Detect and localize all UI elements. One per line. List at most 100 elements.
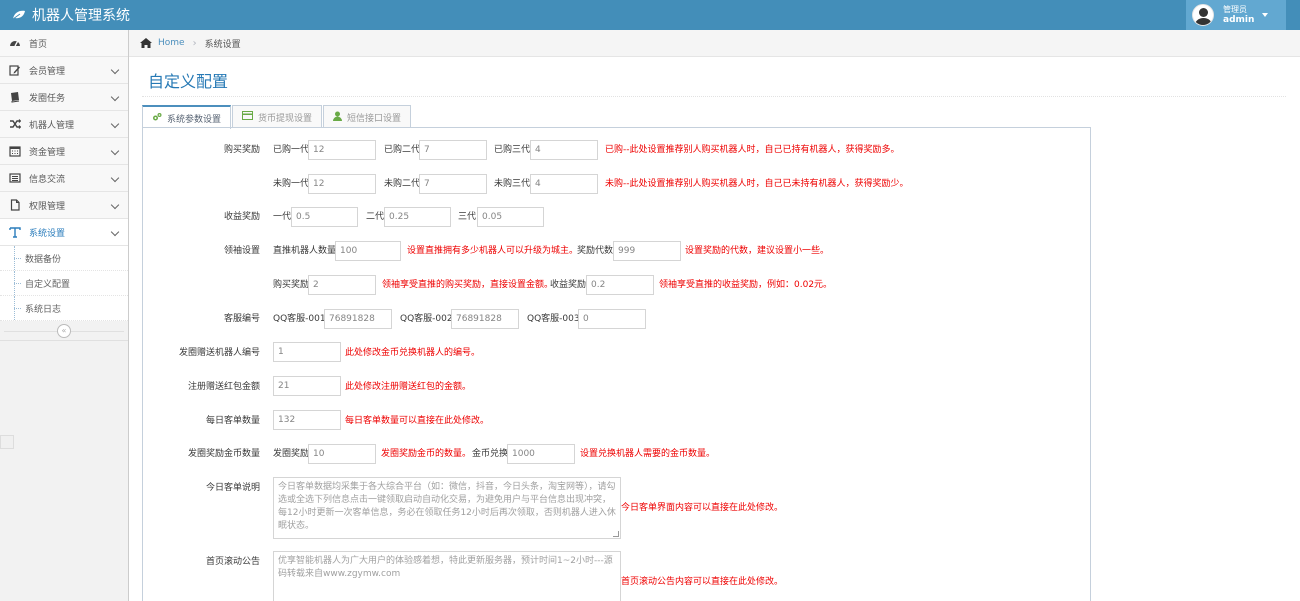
settings-tabs: 系统参数设置 货币提现设置 短信接口设置 bbox=[142, 105, 412, 129]
bought-l1-input[interactable]: 12 bbox=[308, 140, 376, 160]
gift-robot-label: 发圈赠送机器人编号 bbox=[178, 348, 260, 358]
sidebar-item-home[interactable]: 首页 bbox=[0, 30, 128, 57]
sidebar-item-members[interactable]: 会员管理 bbox=[0, 57, 128, 84]
sidebar-subitem-custom-config[interactable]: 自定义配置 bbox=[0, 271, 128, 296]
service-l3-input[interactable]: 0 bbox=[578, 309, 646, 329]
bought-l3-label: 已购三代 bbox=[494, 145, 531, 155]
leader-levels-label: 奖励代数 bbox=[577, 246, 614, 256]
sidebar-item-label: 机器人管理 bbox=[29, 120, 75, 131]
tab-system-params[interactable]: 系统参数设置 bbox=[142, 105, 232, 129]
edit-icon bbox=[8, 64, 21, 77]
bought-l3-input[interactable]: 4 bbox=[530, 140, 598, 160]
income-l1-label: 一代 bbox=[273, 212, 292, 222]
daily-desc-hint: 今日客单界面内容可以直接在此处修改。 bbox=[621, 503, 784, 513]
coin-exchange-hint: 设置兑换机器人需要的金币数量。 bbox=[580, 449, 716, 459]
bought-l2-input[interactable]: 7 bbox=[419, 140, 487, 160]
user-name: admin bbox=[1223, 15, 1255, 25]
collapse-sidebar-button[interactable]: « bbox=[57, 323, 71, 338]
income-l3-label: 三代 bbox=[458, 212, 477, 222]
sidebar-item-label: 发圈任务 bbox=[29, 93, 66, 104]
leader-income-label: 收益奖励 bbox=[550, 280, 587, 290]
income-l2-input[interactable]: 0.25 bbox=[384, 207, 451, 227]
leader-robots-input[interactable]: 100 bbox=[335, 241, 401, 261]
sidebar-item-messages[interactable]: 信息交流 bbox=[0, 165, 128, 192]
buy-reward-label: 购买奖励 bbox=[223, 145, 260, 155]
leader-label: 领袖设置 bbox=[223, 246, 260, 256]
user-menu[interactable]: 管理员 admin bbox=[1186, 0, 1286, 30]
leader-buy-label: 购买奖励 bbox=[273, 280, 310, 290]
sidebar-item-settings[interactable]: 系统设置 bbox=[0, 219, 128, 246]
book-icon bbox=[8, 91, 21, 104]
coin-exchange-input[interactable]: 1000 bbox=[507, 444, 575, 464]
breadcrumb-home-link[interactable]: Home bbox=[158, 38, 185, 48]
chevron-down-icon bbox=[110, 227, 120, 237]
breadcrumb-separator-icon: › bbox=[192, 37, 197, 49]
sidebar-item-label: 系统设置 bbox=[29, 228, 66, 239]
unbought-l2-label: 未购二代 bbox=[384, 179, 421, 189]
sidebar-subitem-logs[interactable]: 系统日志 bbox=[0, 296, 128, 321]
unbought-l1-label: 未购一代 bbox=[273, 179, 310, 189]
sidebar-item-label: 权限管理 bbox=[29, 201, 66, 212]
sidebar-item-funds[interactable]: 资金管理 bbox=[0, 138, 128, 165]
leader-buy-hint: 领袖享受直推的购买奖励，直接设置金额。 bbox=[382, 280, 554, 290]
scroll-notice-textarea[interactable]: 优享智能机器人为广大用户的体验感着想，特此更新服务器，预计时间1~2小时---源… bbox=[273, 551, 621, 601]
page-title: 自定义配置 bbox=[148, 72, 229, 91]
unbought-hint: 未购--此处设置推荐别人购买机器人时，自己已未持有机器人，获得奖励少。 bbox=[605, 179, 909, 189]
tab-withdrawal[interactable]: 货币提现设置 bbox=[232, 105, 323, 128]
service-l2-input[interactable]: 76891828 bbox=[451, 309, 519, 329]
income-reward-label: 收益奖励 bbox=[223, 212, 260, 222]
daily-orders-hint: 每日客单数量可以直接在此处修改。 bbox=[345, 416, 490, 426]
home-icon bbox=[140, 38, 152, 48]
brand[interactable]: 机器人管理系统 bbox=[12, 5, 130, 25]
income-l2-label: 二代 bbox=[366, 212, 385, 222]
tab-sms[interactable]: 短信接口设置 bbox=[323, 105, 412, 128]
sidebar-item-permissions[interactable]: 权限管理 bbox=[0, 192, 128, 219]
calendar-icon bbox=[8, 145, 21, 158]
unbought-l3-label: 未购三代 bbox=[494, 179, 531, 189]
sidebar-item-label: 会员管理 bbox=[29, 66, 66, 77]
service-l1-label: QQ客服-001 bbox=[273, 314, 326, 324]
sidebar-subitem-backup[interactable]: 数据备份 bbox=[0, 246, 128, 271]
user-role: 管理员 bbox=[1223, 5, 1247, 14]
unbought-l2-input[interactable]: 7 bbox=[419, 174, 487, 194]
coin-reward-input[interactable]: 10 bbox=[308, 444, 376, 464]
chevron-down-icon bbox=[110, 92, 120, 102]
leaf-icon bbox=[12, 10, 25, 20]
unbought-l3-input[interactable]: 4 bbox=[530, 174, 598, 194]
sidebar-subitem-label: 系统日志 bbox=[25, 304, 62, 315]
breadcrumb-current: 系统设置 bbox=[204, 39, 241, 50]
chevron-down-icon bbox=[110, 65, 120, 75]
bought-l1-label: 已购一代 bbox=[273, 145, 310, 155]
coin-reward-label: 发圈奖励金币数量 bbox=[187, 449, 260, 459]
text-icon bbox=[8, 226, 21, 239]
tab-label: 货币提现设置 bbox=[258, 113, 313, 124]
leader-income-input[interactable]: 0.2 bbox=[586, 275, 654, 295]
leader-income-hint: 领袖享受直推的收益奖励，例如：0.02元。 bbox=[659, 280, 833, 290]
sidebar-item-robots[interactable]: 机器人管理 bbox=[0, 111, 128, 138]
sidebar-toggle-stub[interactable] bbox=[0, 435, 14, 449]
leader-levels-input[interactable]: 999 bbox=[613, 241, 681, 261]
coin-exchange-label: 金币兑换 bbox=[472, 449, 509, 459]
chevron-down-icon bbox=[110, 200, 120, 210]
bought-l2-label: 已购二代 bbox=[384, 145, 421, 155]
sidebar-item-label: 信息交流 bbox=[29, 174, 66, 185]
leader-buy-input[interactable]: 2 bbox=[308, 275, 376, 295]
register-bonus-input[interactable]: 21 bbox=[273, 376, 341, 396]
chevron-down-icon bbox=[110, 173, 120, 183]
unbought-l1-input[interactable]: 12 bbox=[308, 174, 376, 194]
list-alt-icon bbox=[8, 172, 21, 185]
service-l3-label: QQ客服-003 bbox=[527, 314, 580, 324]
sidebar-item-tasks[interactable]: 发圈任务 bbox=[0, 84, 128, 111]
chevron-down-icon bbox=[110, 119, 120, 129]
gift-robot-hint: 此处修改金币兑换机器人的编号。 bbox=[345, 348, 481, 358]
resize-grip-icon[interactable] bbox=[613, 531, 619, 537]
daily-desc-textarea[interactable]: 今日客单数据均采集于各大综合平台（如：微信，抖音，今日头条，淘宝网等），请勾选或… bbox=[273, 477, 621, 539]
caret-down-icon bbox=[1262, 13, 1269, 17]
gift-robot-input[interactable]: 1 bbox=[273, 342, 341, 362]
daily-orders-input[interactable]: 132 bbox=[273, 410, 341, 430]
income-l3-input[interactable]: 0.05 bbox=[477, 207, 544, 227]
title-divider bbox=[142, 96, 1286, 97]
avatar bbox=[1192, 4, 1214, 26]
service-l1-input[interactable]: 76891828 bbox=[324, 309, 392, 329]
income-l1-input[interactable]: 0.5 bbox=[291, 207, 358, 227]
